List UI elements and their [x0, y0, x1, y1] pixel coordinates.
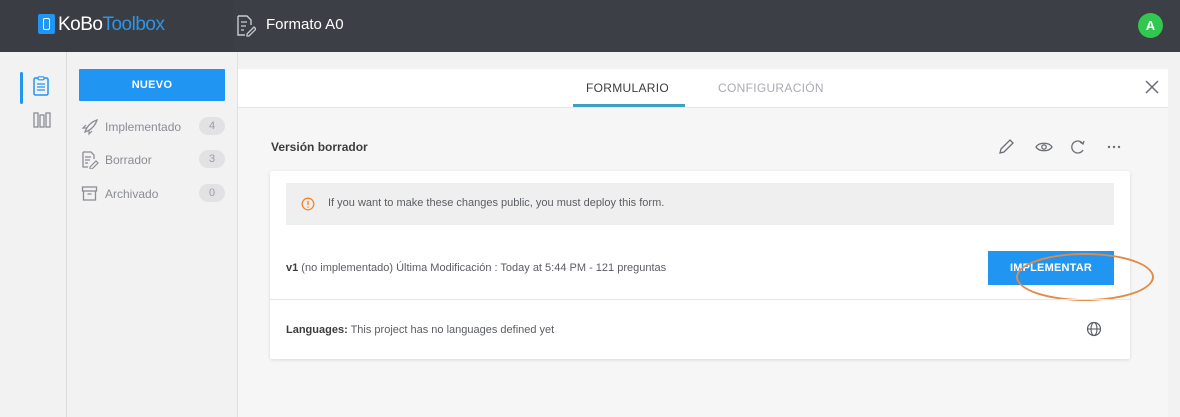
deploy-warning-alert: If you want to make these changes public… [286, 183, 1114, 225]
new-project-button[interactable]: NUEVO [79, 69, 225, 101]
kobo-logo-icon [38, 14, 55, 34]
version-info: v1 (no implementado) Última Modificación… [286, 262, 666, 274]
sidebar-item-label: Archivado [105, 187, 159, 201]
sidebar-item-label: Implementado [105, 120, 182, 134]
languages-info: Languages: This project has no languages… [286, 324, 554, 336]
draft-card: If you want to make these changes public… [270, 171, 1154, 359]
languages-label: Languages: [286, 324, 348, 336]
more-options-icon[interactable] [1104, 137, 1124, 157]
highlight-annotation-ellipse [1016, 253, 1154, 301]
sidebar: NUEVO Implementado 4 Borrador 3 Archivad… [67, 52, 238, 417]
brand[interactable]: KoBoToolbox [0, 0, 233, 52]
sidebar-item-archived[interactable]: Archivado 0 [81, 183, 231, 205]
sidebar-item-label: Borrador [105, 153, 152, 167]
form-edit-icon [237, 15, 256, 37]
top-bar: KoBoToolbox Formato A0 A [0, 0, 1180, 52]
active-tab-indicator [573, 104, 685, 107]
tab-form[interactable]: FORMULARIO [586, 81, 669, 95]
count-badge: 0 [199, 184, 225, 202]
draft-icon [82, 151, 99, 169]
rocket-icon [81, 118, 99, 136]
version-label: v1 [286, 262, 299, 274]
divider [270, 299, 1130, 300]
alert-message: If you want to make these changes public… [328, 197, 665, 209]
replace-refresh-icon[interactable] [1068, 137, 1088, 157]
form-title: Formato A0 [266, 16, 344, 33]
brand-name: KoBoToolbox [58, 14, 165, 36]
languages-text: This project has no languages defined ye… [347, 324, 555, 336]
edit-pencil-icon[interactable] [996, 137, 1016, 157]
forms-clipboard-icon[interactable] [33, 76, 49, 96]
user-avatar[interactable]: A [1138, 13, 1163, 38]
close-icon[interactable] [1144, 79, 1160, 95]
count-badge: 4 [199, 117, 225, 135]
tab-bar: FORMULARIO CONFIGURACIÓN [238, 69, 1168, 108]
brand-name-part1: KoBo [58, 14, 103, 35]
warning-icon [301, 197, 315, 211]
version-detail: (no implementado) Última Modificación : … [298, 262, 667, 274]
draft-version-title: Versión borrador [271, 140, 368, 154]
count-badge: 3 [199, 150, 225, 168]
left-rail [0, 52, 67, 417]
archive-icon [81, 186, 98, 201]
preview-eye-icon[interactable] [1034, 137, 1054, 157]
sidebar-item-deployed[interactable]: Implementado 4 [81, 116, 231, 138]
globe-icon[interactable] [1086, 321, 1102, 337]
sidebar-item-draft[interactable]: Borrador 3 [81, 149, 231, 171]
library-icon[interactable] [33, 112, 51, 128]
brand-name-part2: Toolbox [102, 14, 165, 35]
main-panel: FORMULARIO CONFIGURACIÓN Versión borrado… [238, 69, 1168, 417]
rail-active-indicator [20, 72, 23, 104]
tab-settings[interactable]: CONFIGURACIÓN [718, 81, 824, 95]
